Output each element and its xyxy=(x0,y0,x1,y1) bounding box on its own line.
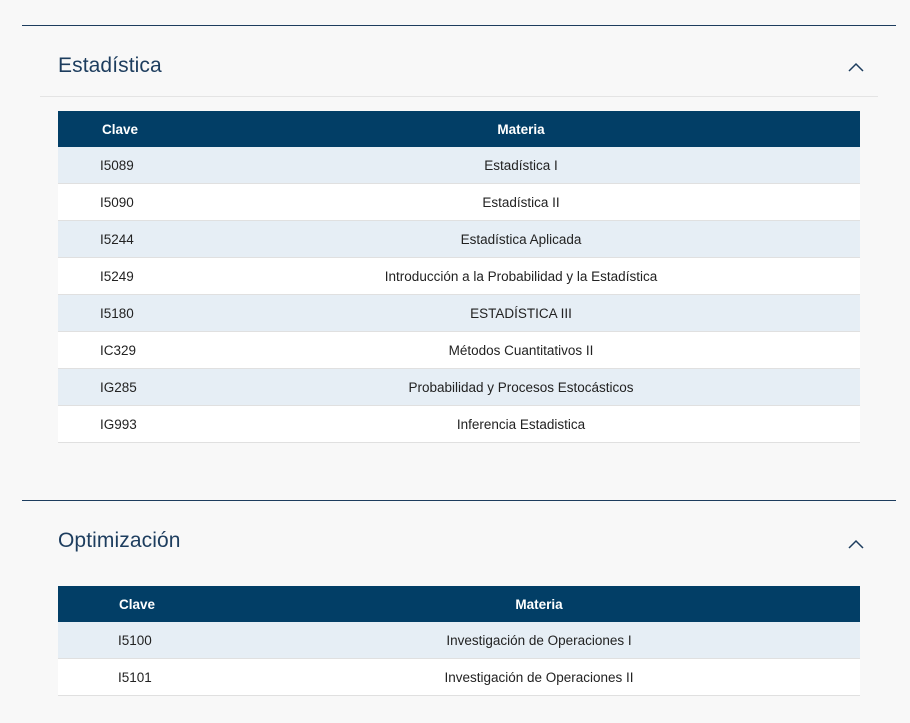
materia-cell: Estadística Aplicada xyxy=(182,220,860,258)
clave-cell: I5101 xyxy=(58,658,218,696)
materia-cell: Métodos Cuantitativos II xyxy=(182,331,860,369)
courses-table: Clave Materia I5100 Investigación de Oper… xyxy=(58,586,860,696)
section-header[interactable]: Estadística xyxy=(40,26,878,97)
table-row: I5090 Estadística II xyxy=(58,183,860,221)
materia-cell: Estadística II xyxy=(182,183,860,221)
section-header[interactable]: Optimización xyxy=(40,501,878,585)
chevron-up-icon[interactable] xyxy=(848,62,864,72)
clave-cell: IG993 xyxy=(58,405,182,443)
column-header-materia: Materia xyxy=(515,596,563,612)
materia-cell: Inferencia Estadistica xyxy=(182,405,860,443)
clave-cell: I5090 xyxy=(58,183,182,221)
section-estadistica: Estadística Clave Materia I5089 Estadísti… xyxy=(22,25,896,466)
column-header-materia: Materia xyxy=(497,121,545,137)
clave-cell: I5180 xyxy=(58,294,182,332)
clave-cell: I5089 xyxy=(58,147,182,184)
table-row: I5180 ESTADÍSTICA III xyxy=(58,294,860,332)
section-optimizacion: Optimización Clave Materia I5100 Investig… xyxy=(22,500,896,723)
table-row: IG993 Inferencia Estadistica xyxy=(58,405,860,443)
clave-cell: IC329 xyxy=(58,331,182,369)
table-row: I5244 Estadística Aplicada xyxy=(58,220,860,258)
section-title: Optimización xyxy=(58,529,181,552)
table-row: I5101 Investigación de Operaciones II xyxy=(58,658,860,696)
materia-cell: Probabilidad y Procesos Estocásticos xyxy=(182,368,860,406)
clave-cell: I5244 xyxy=(58,220,182,258)
materia-cell: Introducción a la Probabilidad y la Esta… xyxy=(182,257,860,295)
section-title: Estadística xyxy=(58,54,162,77)
materia-cell: Estadística I xyxy=(182,147,860,184)
table-row: I5249 Introducción a la Probabilidad y la… xyxy=(58,257,860,295)
table-header-row: Clave Materia xyxy=(58,586,860,622)
materia-cell: ESTADÍSTICA III xyxy=(182,294,860,332)
clave-cell: IG285 xyxy=(58,368,182,406)
column-header-clave: Clave xyxy=(119,596,156,612)
materia-cell: Investigación de Operaciones II xyxy=(218,658,860,696)
table-row: IG285 Probabilidad y Procesos Estocástico… xyxy=(58,368,860,406)
table-header-row: Clave Materia xyxy=(58,111,860,147)
table-row: IC329 Métodos Cuantitativos II xyxy=(58,331,860,369)
table-row: I5089 Estadística I xyxy=(58,147,860,184)
column-header-clave: Clave xyxy=(102,121,139,137)
clave-cell: I5100 xyxy=(58,622,218,659)
clave-cell: I5249 xyxy=(58,257,182,295)
courses-table: Clave Materia I5089 Estadística I I5090 Es… xyxy=(58,111,860,443)
materia-cell: Investigación de Operaciones I xyxy=(218,622,860,659)
chevron-up-icon[interactable] xyxy=(848,539,864,549)
table-row: I5100 Investigación de Operaciones I xyxy=(58,622,860,659)
